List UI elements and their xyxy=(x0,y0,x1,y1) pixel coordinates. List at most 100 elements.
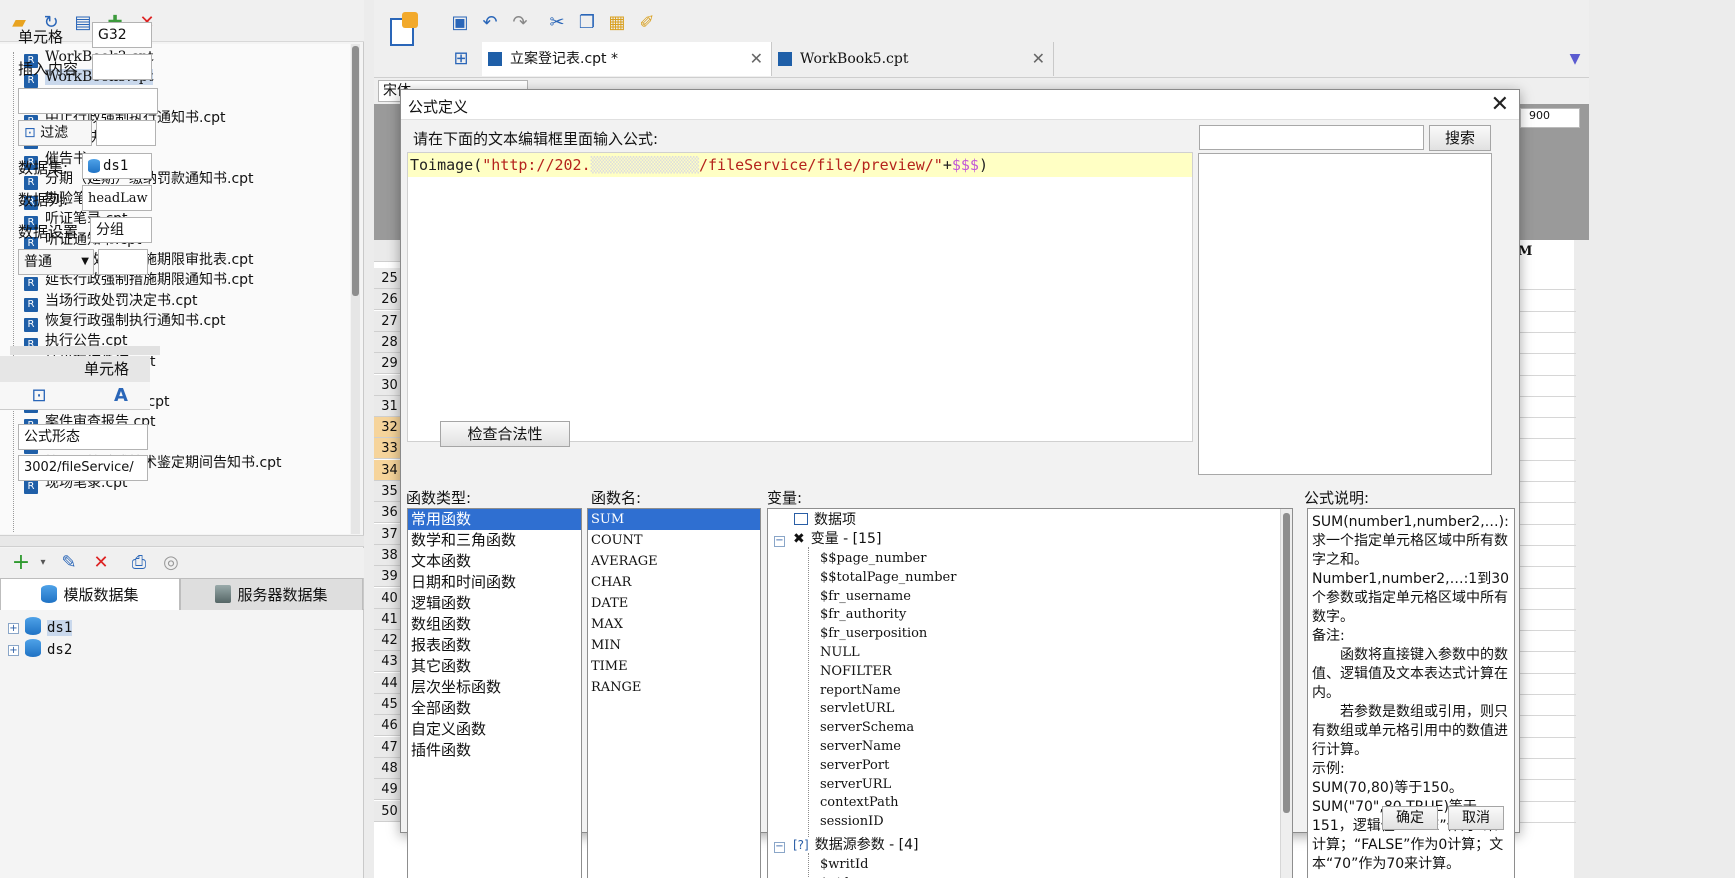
variable-item[interactable]: serverSchema xyxy=(820,718,914,737)
dataset-field[interactable]: ds1 xyxy=(82,153,152,179)
cell-field[interactable]: G32 xyxy=(92,22,152,48)
insert-content-box[interactable] xyxy=(18,88,158,114)
function-name-item[interactable]: COUNT xyxy=(588,530,760,551)
column-field[interactable]: headLaw xyxy=(82,185,152,211)
cancel-button[interactable]: 取消 xyxy=(1448,806,1504,830)
formula-line[interactable]: Toimage("http://202.▒▒▒▒▒▒▒▒▒▒▒▒/fileSer… xyxy=(408,153,1192,177)
search-button[interactable]: 搜索 xyxy=(1429,125,1491,151)
function-name-item[interactable]: MAX xyxy=(588,614,760,635)
function-type-item[interactable]: 自定义函数 xyxy=(408,719,581,740)
function-type-list[interactable]: 常用函数 数学和三角函数 文本函数 日期和时间函数 逻辑函数 数组函数 报表函数 其它函数 层次… xyxy=(407,508,582,878)
copy-icon[interactable]: ❐ xyxy=(576,12,598,34)
variable-item[interactable]: contextPath xyxy=(820,793,898,812)
function-type-item[interactable]: 文本函数 xyxy=(408,551,581,572)
close-icon[interactable]: ✕ xyxy=(1491,92,1509,117)
close-icon[interactable]: ✕ xyxy=(1032,42,1045,76)
check-validity-button[interactable]: 检查合法性 xyxy=(440,421,570,447)
function-name-item[interactable]: RANGE xyxy=(588,677,760,698)
expand-icon[interactable]: + xyxy=(8,645,19,656)
mode-select[interactable]: 普通 ▼ xyxy=(18,249,94,275)
variable-item[interactable]: servletURL xyxy=(820,699,894,718)
tab-template-datasets[interactable]: 模版数据集 xyxy=(0,578,180,610)
variable-item[interactable]: NULL xyxy=(820,643,860,662)
database-icon[interactable]: ◎ xyxy=(160,552,182,574)
formula-wizard-icon[interactable] xyxy=(384,8,424,68)
variable-item[interactable]: $fr_userposition xyxy=(820,624,927,643)
scrollbar-thumb[interactable] xyxy=(352,46,359,296)
cell-attr-icon[interactable]: ⊡ xyxy=(28,385,50,407)
filter-field[interactable] xyxy=(96,120,156,146)
file-item[interactable]: R 恢复行政强制执行通知书.cpt xyxy=(24,310,226,332)
variable-item[interactable]: serverName xyxy=(820,737,901,756)
paste-icon[interactable]: ▦ xyxy=(606,12,628,34)
variable-item[interactable]: serverURL xyxy=(820,775,891,794)
file-item[interactable]: R 当场行政处罚决定书.cpt xyxy=(24,290,198,312)
function-name-item[interactable]: CHAR xyxy=(588,572,760,593)
function-name-list[interactable]: SUM COUNT AVERAGE CHAR DATE MAX MIN TIME RANGE xyxy=(587,508,761,878)
undo-icon[interactable]: ↶ xyxy=(479,12,501,34)
tab-server-datasets[interactable]: 服务器数据集 xyxy=(180,578,363,610)
variable-scrollbar[interactable] xyxy=(1280,509,1292,878)
panel-splitter[interactable] xyxy=(0,535,364,547)
scrollbar-thumb[interactable] xyxy=(1283,513,1290,813)
search-results[interactable] xyxy=(1198,153,1492,475)
ok-button[interactable]: 确定 xyxy=(1382,806,1438,830)
properties-icon[interactable]: ▤ xyxy=(72,12,94,34)
mode-extra-field[interactable] xyxy=(98,249,148,275)
variable-item[interactable]: $$page_number xyxy=(820,549,926,568)
expand-icon[interactable]: + xyxy=(8,623,19,634)
dataset-item-ds1[interactable]: + ds1 xyxy=(8,617,73,639)
tab-report-filing[interactable]: 立案登记表.cpt * ✕ xyxy=(482,42,772,76)
function-type-item[interactable]: 日期和时间函数 xyxy=(408,572,581,593)
function-type-item[interactable]: 逻辑函数 xyxy=(408,593,581,614)
variable-item[interactable]: NOFILTER xyxy=(820,662,892,681)
new-cell-report-icon[interactable]: ⊞ xyxy=(450,48,472,70)
function-type-item[interactable]: 数组函数 xyxy=(408,614,581,635)
formula-editor[interactable]: Toimage("http://202.▒▒▒▒▒▒▒▒▒▒▒▒/fileSer… xyxy=(407,152,1193,447)
variable-item[interactable]: reportName xyxy=(820,681,901,700)
formula-form-field[interactable]: 公式形态 xyxy=(18,424,148,450)
variable-item[interactable]: $$totalPage_number xyxy=(820,568,956,587)
dataset-item-ds2[interactable]: + ds2 xyxy=(8,639,72,661)
variable-item[interactable]: $fr_username xyxy=(820,587,911,606)
function-type-item[interactable]: 常用函数 xyxy=(408,509,581,530)
filter-button[interactable]: ⊡ 过滤 xyxy=(18,120,92,146)
cut-icon[interactable]: ✂ xyxy=(546,12,568,34)
add-dataset-icon[interactable]: + xyxy=(10,552,32,574)
function-type-item[interactable]: 全部函数 xyxy=(408,698,581,719)
variable-item[interactable]: $fr_authority xyxy=(820,605,906,624)
delete-dataset-icon[interactable]: ✕ xyxy=(90,552,112,574)
variable-item[interactable]: sessionID xyxy=(820,812,884,831)
format-painter-icon[interactable]: ✐ xyxy=(636,12,658,34)
function-name-item[interactable]: DATE xyxy=(588,593,760,614)
function-name-item[interactable]: TIME xyxy=(588,656,760,677)
function-type-item[interactable]: 层次坐标函数 xyxy=(408,677,581,698)
function-type-item[interactable]: 其它函数 xyxy=(408,656,581,677)
parameter-item[interactable]: $pid xyxy=(820,874,849,878)
formula-form-value-field[interactable]: 3002/fileService/ xyxy=(18,455,148,481)
parameter-item[interactable]: $writId xyxy=(820,855,868,874)
variable-group-node[interactable]: − ✖ 变量 - [15] xyxy=(774,530,881,549)
data-item-node[interactable]: 数据项 xyxy=(794,511,856,530)
close-icon[interactable]: ✕ xyxy=(750,42,763,76)
function-type-item[interactable]: 插件函数 xyxy=(408,740,581,761)
collapse-icon[interactable]: − xyxy=(774,842,785,853)
preview-dataset-icon[interactable]: ⎙ xyxy=(128,552,150,574)
function-name-item[interactable]: SUM xyxy=(588,509,760,530)
collapse-icon[interactable]: − xyxy=(774,536,785,547)
search-input[interactable] xyxy=(1199,125,1424,150)
function-type-item[interactable]: 数学和三角函数 xyxy=(408,530,581,551)
save-icon[interactable]: ▣ xyxy=(449,12,471,34)
function-name-item[interactable]: MIN xyxy=(588,635,760,656)
function-name-item[interactable]: AVERAGE xyxy=(588,551,760,572)
file-tree-scrollbar[interactable] xyxy=(351,44,360,534)
variable-tree[interactable]: 数据项 − ✖ 变量 - [15] $$page_number $$totalPage… xyxy=(767,508,1293,878)
column-header-m[interactable]: M xyxy=(1518,244,1578,266)
redo-icon[interactable]: ↷ xyxy=(509,12,531,34)
tab-workbook5[interactable]: WorkBook5.cpt ✕ xyxy=(772,42,1054,76)
chevron-down-icon[interactable]: ▼ xyxy=(81,250,89,274)
variable-item[interactable]: serverPort xyxy=(820,756,889,775)
insert-content-field[interactable] xyxy=(92,54,152,80)
dropdown-arrow-icon[interactable]: ▾ xyxy=(32,552,54,574)
text-style-icon[interactable]: A xyxy=(110,385,132,407)
